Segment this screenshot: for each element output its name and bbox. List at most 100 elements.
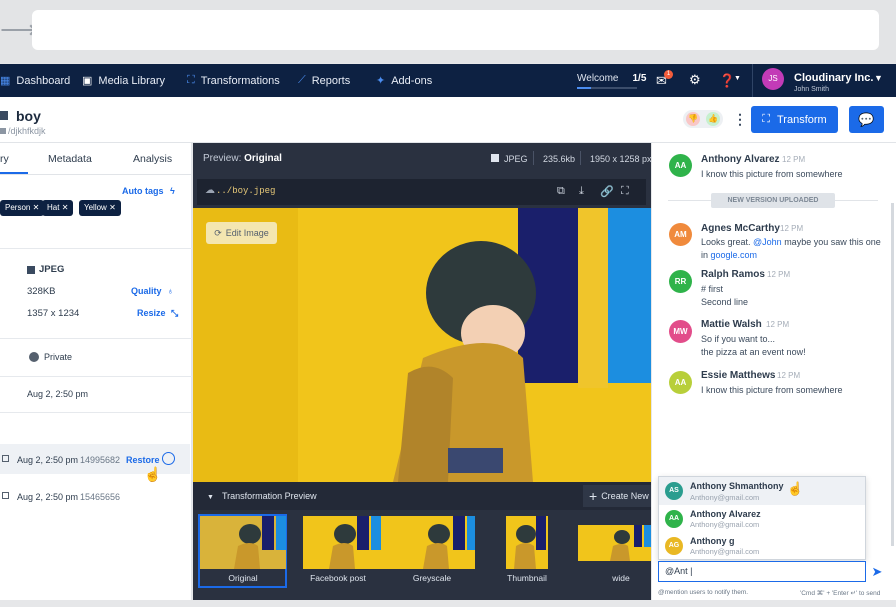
account-name[interactable]: Cloudinary Inc. (794, 72, 873, 84)
comment-author: Mattie Walsh (701, 319, 762, 330)
open-external-icon[interactable]: ⧉ (557, 185, 565, 198)
lightning-icon: ϟ (170, 186, 175, 196)
transform-button-label: Transform (776, 113, 827, 126)
help-chevron-down-icon[interactable]: ▼ (734, 75, 741, 82)
section-divider (0, 338, 192, 339)
comment-time: 12 PM (782, 155, 806, 164)
dashboard-icon: ▦ (0, 75, 11, 87)
tab-summary[interactable]: ry (0, 153, 9, 165)
send-icon[interactable]: ➤ (867, 561, 887, 582)
transformation-preview-toggle[interactable]: ▼ Transformation Preview (207, 491, 317, 501)
transform-button[interactable]: ⛶ Transform (751, 106, 838, 133)
quality-label: Quality (131, 286, 162, 296)
mention-name[interactable]: Anthony Alvarez (690, 509, 761, 519)
restore-link[interactable]: Restore (126, 455, 160, 465)
user-avatar[interactable]: JS (762, 68, 784, 90)
welcome-count: 1/5 (632, 73, 647, 84)
nav-item-addons[interactable]: ✦ Add-ons (376, 74, 432, 88)
section-divider (0, 248, 192, 249)
tag-label: Person (5, 203, 31, 212)
restore-icon[interactable] (162, 452, 175, 465)
quality-link[interactable]: Quality ♁ (131, 286, 174, 296)
edit-image-button[interactable]: ⟳ Edit Image (206, 222, 277, 244)
external-link-icon[interactable] (2, 455, 9, 462)
nav-item-reports[interactable]: ⟋ Reports (298, 74, 350, 87)
version-date: Aug 2, 2:50 pm (17, 455, 79, 465)
format-value: JPEG (39, 264, 65, 275)
tab-metadata[interactable]: Metadata (48, 153, 92, 165)
comments-scrollbar[interactable] (891, 203, 894, 546)
preview-title: Preview: Original (203, 153, 282, 164)
thumbs-up-icon[interactable]: 👍 (706, 112, 720, 126)
version-date: Aug 2, 2:50 pm (17, 492, 79, 502)
transform-icon: ⛶ (762, 113, 770, 125)
url-link[interactable]: google.com (711, 250, 758, 260)
transform-frame-icon[interactable]: ⛶ (621, 185, 629, 198)
tab-divider (0, 174, 192, 175)
comment-text: So if you want to... (701, 334, 776, 344)
tag-chip[interactable]: Hat ✕ (42, 200, 74, 216)
asset-title: boy (16, 108, 41, 124)
thumbs-down-icon[interactable]: 👎 (686, 112, 700, 126)
account-chevron-down-icon[interactable]: ▼ (874, 73, 883, 83)
tab-analysis[interactable]: Analysis (133, 153, 172, 165)
comment-input[interactable]: @Ant | (658, 561, 866, 582)
thumbnail-image (578, 525, 651, 561)
resize-link[interactable]: Resize ⤡ (137, 308, 178, 319)
create-new-button[interactable]: + Create New (583, 485, 651, 507)
nav-item-label: Media Library (98, 74, 166, 87)
mouse-cursor-icon: ☝ (144, 466, 162, 482)
thumbnail-greyscale[interactable] (389, 516, 475, 569)
download-icon[interactable]: ⤓ (579, 185, 584, 198)
nav-item-dashboard[interactable]: ▦ Dashboard (0, 74, 70, 88)
tag-chip[interactable]: Yellow ✕ (79, 200, 121, 216)
thumbnail-thumbnail[interactable] (506, 516, 548, 569)
comment-text: in google.com (701, 250, 757, 260)
section-divider (0, 412, 192, 413)
more-options-icon[interactable]: ⋮ (733, 111, 747, 128)
thumbnail-wide[interactable] (578, 525, 651, 561)
settings-gear-icon[interactable]: ⚙ (689, 72, 701, 88)
nav-item-label: Transformations (200, 74, 280, 87)
help-icon[interactable]: ❓ (719, 73, 735, 89)
comment-time: 12 PM (777, 371, 801, 380)
welcome-label: Welcome (577, 73, 619, 84)
asset-path[interactable]: /djkhfkdjk (8, 126, 46, 136)
new-version-uploaded-label: NEW VERSION UPLOADED (711, 193, 835, 208)
auto-tags-label: Auto tags (122, 186, 164, 196)
mention-name[interactable]: Anthony g (690, 536, 735, 546)
transformation-preview-label: Transformation Preview (221, 491, 317, 501)
delivery-url[interactable]: ../boy.jpeg (216, 186, 275, 196)
comment-avatar: AA (669, 154, 692, 177)
preview-image (193, 208, 651, 482)
nav-item-media-library[interactable]: ▣ Media Library (82, 74, 166, 88)
close-icon[interactable]: ✕ (62, 203, 69, 212)
close-icon[interactable]: ✕ (33, 203, 40, 212)
auto-tags-button[interactable]: Auto tags ϟ (122, 186, 175, 196)
mention-hint: @mention users to notify them. (658, 589, 749, 596)
reports-icon: ⟋ (298, 74, 306, 86)
mention-avatar: AG (665, 537, 683, 555)
create-new-label: Create New (601, 491, 649, 501)
comments-toggle-button[interactable]: 💬 (849, 106, 884, 133)
mention-name[interactable]: Anthony Shmanthony (690, 481, 784, 491)
link-icon[interactable]: 🔗 (600, 185, 614, 198)
external-link-icon[interactable] (2, 492, 9, 499)
chevron-down-icon: ▼ (207, 494, 214, 501)
welcome-progress[interactable]: Welcome 1/5 (577, 73, 646, 84)
comment-text: I know this picture from somewhere (701, 385, 843, 395)
preview-format: JPEG (504, 154, 528, 164)
thumbnail-facebook-post[interactable] (303, 516, 389, 569)
comment-text: # first (701, 284, 724, 294)
plus-icon: + (589, 488, 598, 504)
browser-address-bar[interactable] (32, 10, 879, 50)
thumbnail-original[interactable] (200, 516, 286, 569)
nav-item-transformations[interactable]: ⛶ Transformations (187, 74, 280, 87)
section-divider (0, 376, 192, 377)
close-icon[interactable]: ✕ (109, 203, 116, 212)
comment-text-part: maybe you saw this one (781, 237, 881, 247)
comment-text: the pizza at an event now! (701, 347, 806, 357)
mention-link[interactable]: @John (753, 237, 782, 247)
tag-chip[interactable]: Person ✕ (0, 200, 45, 216)
thumbnail-image (303, 516, 389, 569)
